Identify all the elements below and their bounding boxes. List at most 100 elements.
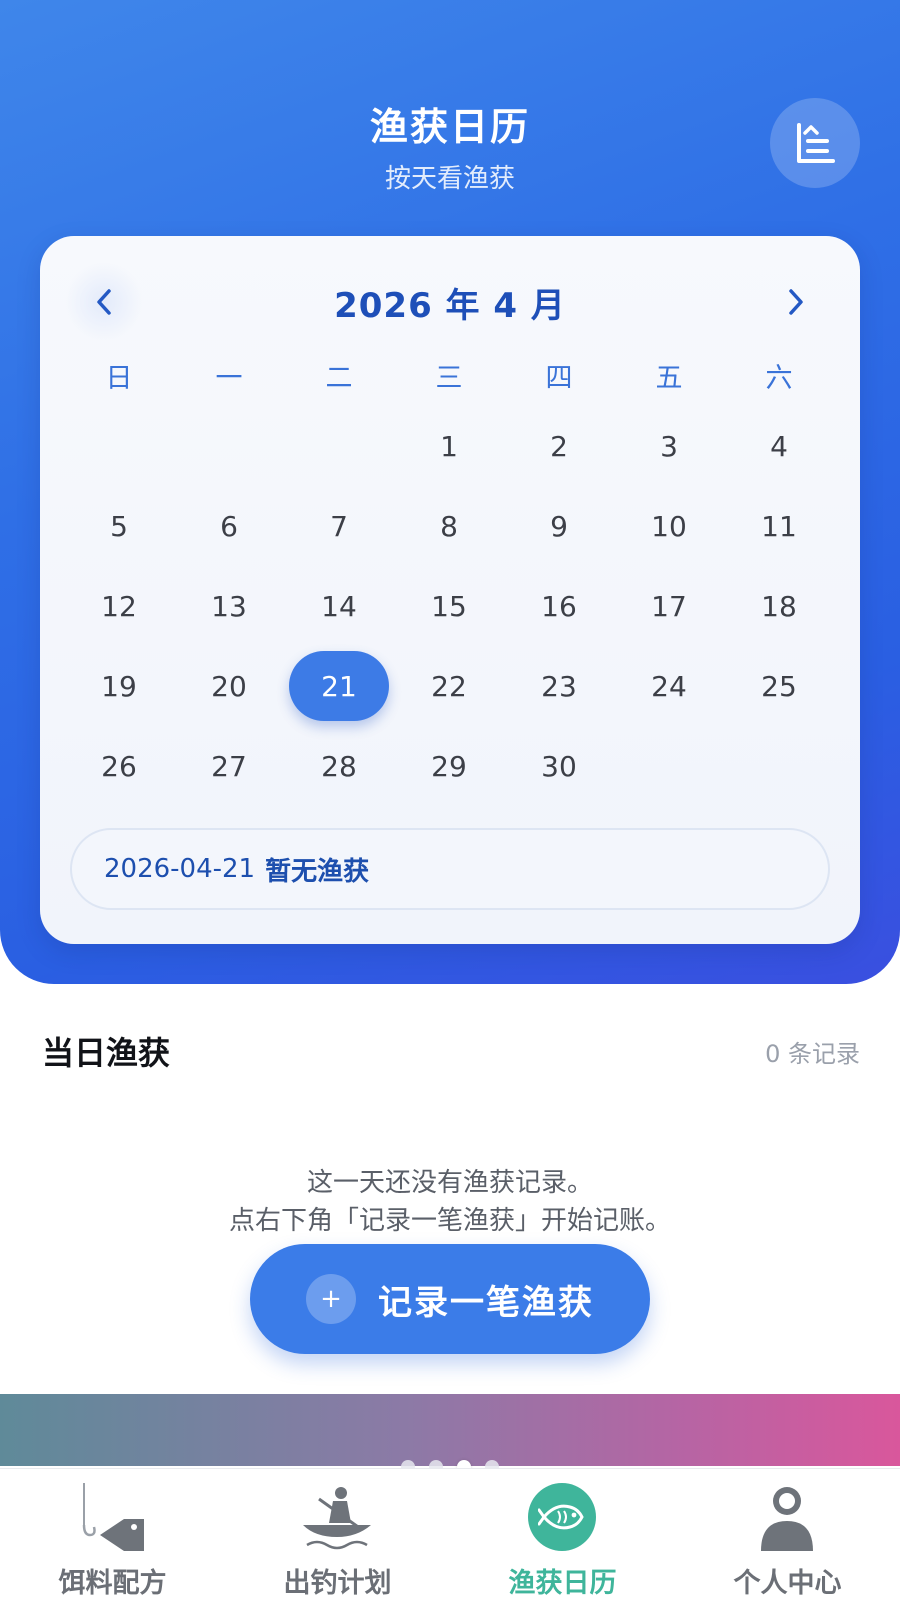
calendar-day[interactable]: 1 — [394, 411, 504, 481]
calendar-empty-cell — [724, 731, 834, 801]
day-number: 21 — [289, 651, 389, 721]
add-catch-button[interactable]: + 记录一笔渔获 — [250, 1244, 650, 1354]
day-number: 11 — [761, 509, 797, 543]
calendar-week-row: 12 13 14 15 16 17 18 — [64, 566, 836, 646]
page-title: 渔获日历 — [369, 105, 530, 149]
day-number: 18 — [761, 589, 797, 623]
day-number: 29 — [431, 749, 467, 783]
empty-state-message: 这一天还没有渔获记录。 点右下角「记录一笔渔获」开始记账。 — [0, 1164, 900, 1240]
empty-line-2: 点右下角「记录一笔渔获」开始记账。 — [228, 1206, 671, 1236]
stats-button[interactable] — [770, 98, 860, 188]
day-number: 1 — [440, 429, 458, 463]
tab-bait-recipes[interactable]: 饵料配方 — [0, 1469, 225, 1600]
day-number: 12 — [101, 589, 137, 623]
day-number: 15 — [431, 589, 467, 623]
next-month-button[interactable] — [756, 262, 836, 342]
tab-profile[interactable]: 个人中心 — [675, 1469, 900, 1600]
calendar-day[interactable]: 22 — [394, 651, 504, 721]
day-number: 9 — [550, 509, 568, 543]
calendar-empty-cell — [614, 731, 724, 801]
day-number: 13 — [211, 589, 247, 623]
calendar-day[interactable]: 24 — [614, 651, 724, 721]
calendar-day[interactable]: 28 — [284, 731, 394, 801]
tab-label: 出钓计划 — [283, 1568, 392, 1599]
calendar-day[interactable]: 30 — [504, 731, 614, 801]
weekday-label: 二 — [325, 363, 353, 394]
calendar-week-row: 1 2 3 4 — [64, 406, 836, 486]
calendar-empty-cell — [284, 411, 394, 481]
add-catch-label: 记录一笔渔获 — [378, 1282, 594, 1323]
day-number: 24 — [651, 669, 687, 703]
calendar-day[interactable]: 10 — [614, 491, 724, 561]
tab-label: 个人中心 — [733, 1568, 842, 1599]
calendar-day[interactable]: 13 — [174, 571, 284, 641]
calendar-week-row: 26 27 28 29 30 — [64, 726, 836, 806]
day-number: 4 — [770, 429, 788, 463]
day-number: 25 — [761, 669, 797, 703]
calendar-day[interactable]: 7 — [284, 491, 394, 561]
calendar-day[interactable]: 12 — [64, 571, 174, 641]
calendar-day[interactable]: 27 — [174, 731, 284, 801]
kayak-icon — [297, 1479, 377, 1559]
calendar-day[interactable]: 16 — [504, 571, 614, 641]
page-subtitle: 按天看渔获 — [384, 164, 515, 194]
chevron-right-icon — [789, 289, 803, 315]
promo-banner[interactable] — [0, 1394, 900, 1466]
day-number: 5 — [110, 509, 128, 543]
calendar-day[interactable]: 15 — [394, 571, 504, 641]
selected-status: 暂无渔获 — [265, 856, 370, 887]
calendar-day[interactable]: 26 — [64, 731, 174, 801]
day-number: 20 — [211, 669, 247, 703]
calendar-day[interactable]: 3 — [614, 411, 724, 481]
tab-catch-calendar[interactable]: 渔获日历 — [450, 1469, 675, 1600]
day-number: 14 — [321, 589, 357, 623]
weekday-label: 日 — [105, 363, 133, 394]
calendar-day[interactable]: 19 — [64, 651, 174, 721]
calendar-day[interactable]: 20 — [174, 651, 284, 721]
person-icon — [747, 1479, 827, 1559]
calendar-week-row: 19 20 21 22 23 24 25 — [64, 646, 836, 726]
calendar-day[interactable]: 17 — [614, 571, 724, 641]
selected-date: 2026-04-21 — [104, 854, 256, 884]
day-number: 30 — [541, 749, 577, 783]
day-number: 19 — [101, 669, 137, 703]
calendar-day[interactable]: 18 — [724, 571, 834, 641]
tab-label: 饵料配方 — [58, 1568, 167, 1599]
calendar-day[interactable]: 5 — [64, 491, 174, 561]
day-number: 3 — [660, 429, 678, 463]
day-number: 10 — [651, 509, 687, 543]
weekday-label: 五 — [655, 363, 683, 394]
calendar-day[interactable]: 23 — [504, 651, 614, 721]
bottom-tab-bar: 饵料配方 出钓计划 渔获日历 个人中心 — [0, 1468, 900, 1600]
tab-label: 渔获日历 — [508, 1568, 617, 1599]
day-number: 7 — [330, 509, 348, 543]
tab-fishing-plan[interactable]: 出钓计划 — [225, 1469, 450, 1600]
stats-list-icon — [797, 123, 835, 163]
day-number: 23 — [541, 669, 577, 703]
hook-fish-icon — [72, 1479, 152, 1559]
calendar-grid: 1 2 3 4 5 6 7 8 9 10 11 12 13 14 15 16 17 18 19 20 21 22 23 24 2… — [64, 406, 836, 806]
calendar-empty-cell — [64, 411, 174, 481]
calendar-day[interactable]: 9 — [504, 491, 614, 561]
calendar-day[interactable]: 4 — [724, 411, 834, 481]
plus-icon: + — [306, 1274, 356, 1324]
day-number: 27 — [211, 749, 247, 783]
day-number: 2 — [550, 429, 568, 463]
weekday-label: 六 — [765, 363, 793, 394]
calendar-day[interactable]: 8 — [394, 491, 504, 561]
weekday-label: 一 — [215, 363, 243, 394]
calendar-day[interactable]: 2 — [504, 411, 614, 481]
calendar-day[interactable]: 11 — [724, 491, 834, 561]
calendar-day[interactable]: 14 — [284, 571, 394, 641]
weekday-label: 四 — [545, 363, 573, 394]
section-title: 当日渔获 — [42, 1034, 171, 1072]
calendar-day[interactable]: 29 — [394, 731, 504, 801]
header-area: 渔获日历 按天看渔获 2026 年 4 月 日 一 二 三 四 五 六 1 2 … — [0, 0, 900, 984]
calendar-card: 2026 年 4 月 日 一 二 三 四 五 六 1 2 3 4 5 6 7 8 9 10 11 12… — [40, 236, 860, 944]
calendar-day[interactable]: 25 — [724, 651, 834, 721]
calendar-day-selected[interactable]: 21 — [284, 651, 394, 721]
fish-icon — [528, 1483, 596, 1551]
selected-day-summary: 2026-04-21 暂无渔获 — [70, 828, 830, 910]
day-number: 8 — [440, 509, 458, 543]
calendar-day[interactable]: 6 — [174, 491, 284, 561]
